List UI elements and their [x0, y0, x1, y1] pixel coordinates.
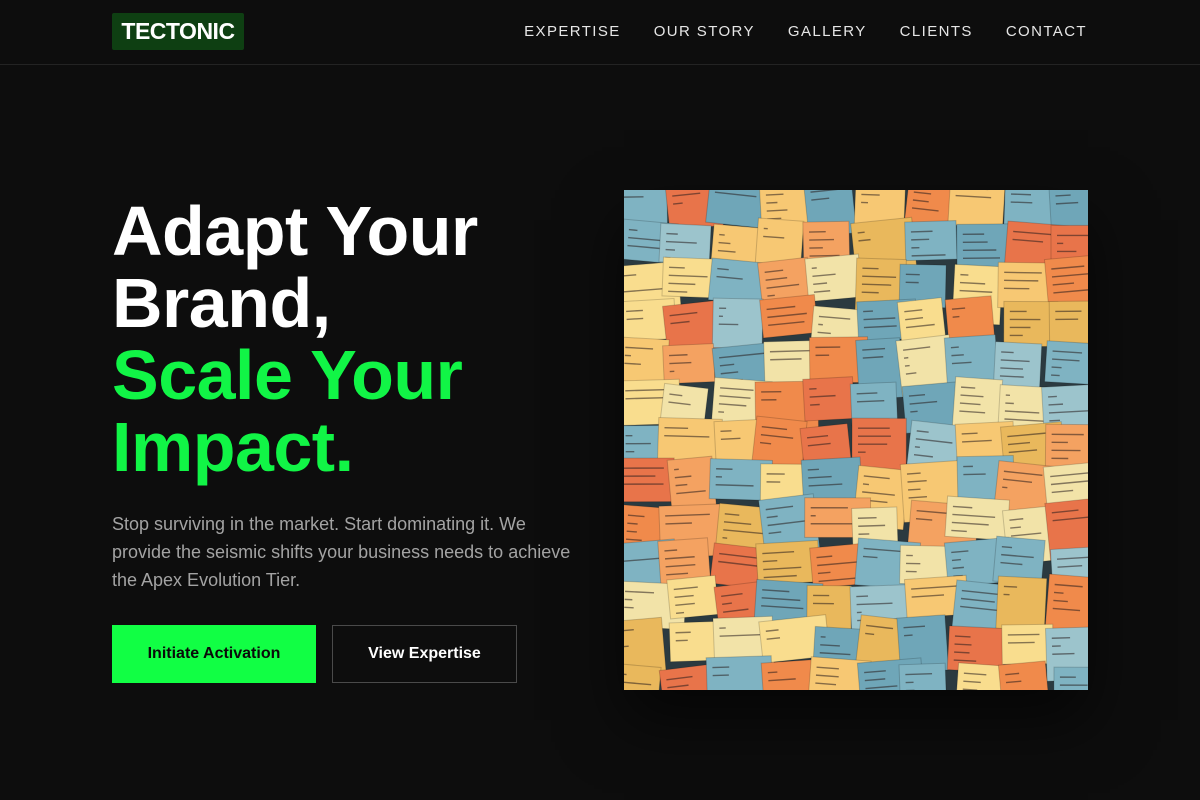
nav-link-contact[interactable]: CONTACT	[1006, 23, 1087, 40]
hero-title-line-1: Adapt Your	[112, 192, 478, 270]
sticky-note	[802, 376, 856, 422]
hero-title-line-3: Scale Your	[112, 336, 463, 414]
sticky-note	[904, 220, 958, 262]
sticky-note	[997, 660, 1050, 690]
brand-logo[interactable]: TECTONIC	[112, 13, 244, 50]
sticky-note	[1044, 340, 1088, 385]
hero-subtitle: Stop surviving in the market. Start domi…	[112, 514, 571, 590]
sticky-note	[759, 293, 819, 339]
sticky-notes-illustration	[624, 190, 1088, 690]
site-header: TECTONIC EXPERTISE OUR STORY GALLERY CLI…	[0, 0, 1200, 65]
nav-link-expertise[interactable]: EXPERTISE	[524, 23, 621, 40]
hero-title: Adapt Your Brand, Scale Your Impact.	[112, 195, 478, 483]
sticky-note	[1053, 666, 1088, 690]
sticky-note	[624, 457, 675, 503]
hero-title-line-2: Brand,	[112, 264, 331, 342]
sticky-note	[624, 663, 662, 690]
nav-link-our-story[interactable]: OUR STORY	[654, 23, 755, 40]
initiate-activation-button[interactable]: Initiate Activation	[112, 625, 316, 683]
nav-link-gallery[interactable]: GALLERY	[788, 23, 867, 40]
hero-title-line-4: Impact.	[112, 408, 354, 486]
sticky-note	[995, 575, 1048, 632]
sticky-note	[711, 297, 764, 350]
sticky-note	[668, 620, 716, 663]
view-expertise-button[interactable]: View Expertise	[332, 625, 517, 683]
main-nav: EXPERTISE OUR STORY GALLERY CLIENTS CONT…	[524, 0, 1087, 62]
sticky-note	[898, 662, 948, 690]
nav-link-clients[interactable]: CLIENTS	[900, 23, 973, 40]
sticky-note	[954, 662, 1006, 690]
sticky-note	[662, 343, 716, 385]
sticky-note	[944, 495, 1011, 541]
sticky-notes-image	[624, 190, 1088, 690]
sticky-note	[666, 574, 720, 620]
sticky-note	[1048, 300, 1088, 346]
